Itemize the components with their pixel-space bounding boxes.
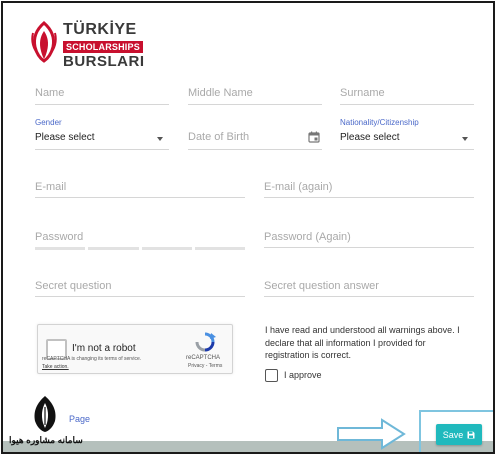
watermark-text: سامانه مشاوره هیوا: [9, 435, 83, 445]
arrow-right-icon: [337, 418, 406, 450]
pen-nib-icon: [34, 396, 56, 432]
name-field[interactable]: Name: [35, 87, 169, 105]
secret-question-underline: [35, 296, 245, 297]
logo-title-top: TÜRKİYE: [63, 21, 137, 38]
email-field[interactable]: E-mail: [35, 181, 245, 199]
secret-question-field[interactable]: Secret question: [35, 280, 245, 298]
recaptcha-brand: reCAPTCHA: [186, 355, 221, 361]
recaptcha-notice: reCAPTCHA is changing its terms of servi…: [42, 356, 142, 362]
email-again-placeholder: E-mail (again): [264, 181, 333, 193]
gender-underline: [35, 149, 169, 150]
nationality-label: Nationality/Citizenship: [340, 118, 419, 127]
middle-name-placeholder: Middle Name: [188, 87, 253, 99]
save-label: Save: [442, 429, 464, 440]
approve-checkbox[interactable]: [265, 369, 278, 382]
hiva-watermark: سامانه مشاوره هیوا: [9, 395, 83, 452]
recaptcha-logo-icon: [195, 332, 216, 352]
turkiye-burslari-logo: TÜRKİYE SCHOLARSHIPS BURSLARI: [29, 17, 149, 70]
strength-segment: [35, 247, 86, 250]
registration-window: TÜRKİYE SCHOLARSHIPS BURSLARI Name Middl…: [1, 1, 495, 454]
recaptcha-widget: I'm not a robot reCAPTCHA Privacy - Term…: [37, 324, 233, 374]
chevron-down-icon: [157, 137, 163, 141]
strength-segment: [88, 247, 139, 250]
surname-placeholder: Surname: [340, 87, 385, 99]
dob-placeholder: Date of Birth: [188, 131, 250, 143]
logo-title-bottom: BURSLARI: [63, 53, 145, 70]
declaration-text: I have read and understood all warnings …: [265, 325, 460, 360]
floppy-disk-icon: [467, 431, 475, 438]
email-again-underline: [264, 197, 474, 198]
tulip-logo-icon: [31, 21, 57, 63]
secret-answer-field[interactable]: Secret question answer: [264, 280, 474, 298]
calendar-icon[interactable]: [308, 131, 320, 143]
recaptcha-terms-link[interactable]: Privacy - Terms: [188, 363, 222, 369]
chevron-down-icon: [462, 137, 468, 141]
strength-segment: [194, 247, 245, 250]
nationality-select[interactable]: Nationality/Citizenship Please select: [340, 118, 474, 150]
password-again-field[interactable]: Password (Again): [264, 231, 474, 249]
password-again-placeholder: Password (Again): [264, 231, 351, 243]
strength-segment: [141, 247, 192, 250]
email-underline: [35, 197, 245, 198]
gender-select[interactable]: Gender Please select: [35, 118, 169, 150]
gender-value: Please select: [35, 132, 95, 143]
recaptcha-take-action-link[interactable]: Take action.: [42, 364, 69, 370]
password-strength-meter: [35, 247, 245, 250]
surname-underline: [340, 104, 474, 105]
email-placeholder: E-mail: [35, 181, 67, 193]
date-of-birth-field[interactable]: Date of Birth: [188, 118, 322, 150]
logo-title-banner: SCHOLARSHIPS: [63, 41, 143, 53]
email-again-field[interactable]: E-mail (again): [264, 181, 474, 199]
middle-name-field[interactable]: Middle Name: [188, 87, 322, 105]
nationality-underline: [340, 149, 474, 150]
nationality-value: Please select: [340, 132, 400, 143]
secret-question-placeholder: Secret question: [35, 280, 112, 292]
surname-field[interactable]: Surname: [340, 87, 474, 105]
name-placeholder: Name: [35, 87, 65, 99]
gender-label: Gender: [35, 118, 62, 127]
name-underline: [35, 104, 169, 105]
save-button[interactable]: Save: [436, 424, 482, 445]
secret-answer-underline: [264, 296, 474, 297]
middle-name-underline: [188, 104, 322, 105]
password-again-underline: [264, 247, 474, 248]
password-placeholder: Password: [35, 231, 84, 243]
approve-label: I approve: [284, 370, 322, 380]
secret-answer-placeholder: Secret question answer: [264, 280, 379, 292]
recaptcha-label: I'm not a robot: [72, 343, 136, 354]
dob-underline: [188, 149, 322, 150]
